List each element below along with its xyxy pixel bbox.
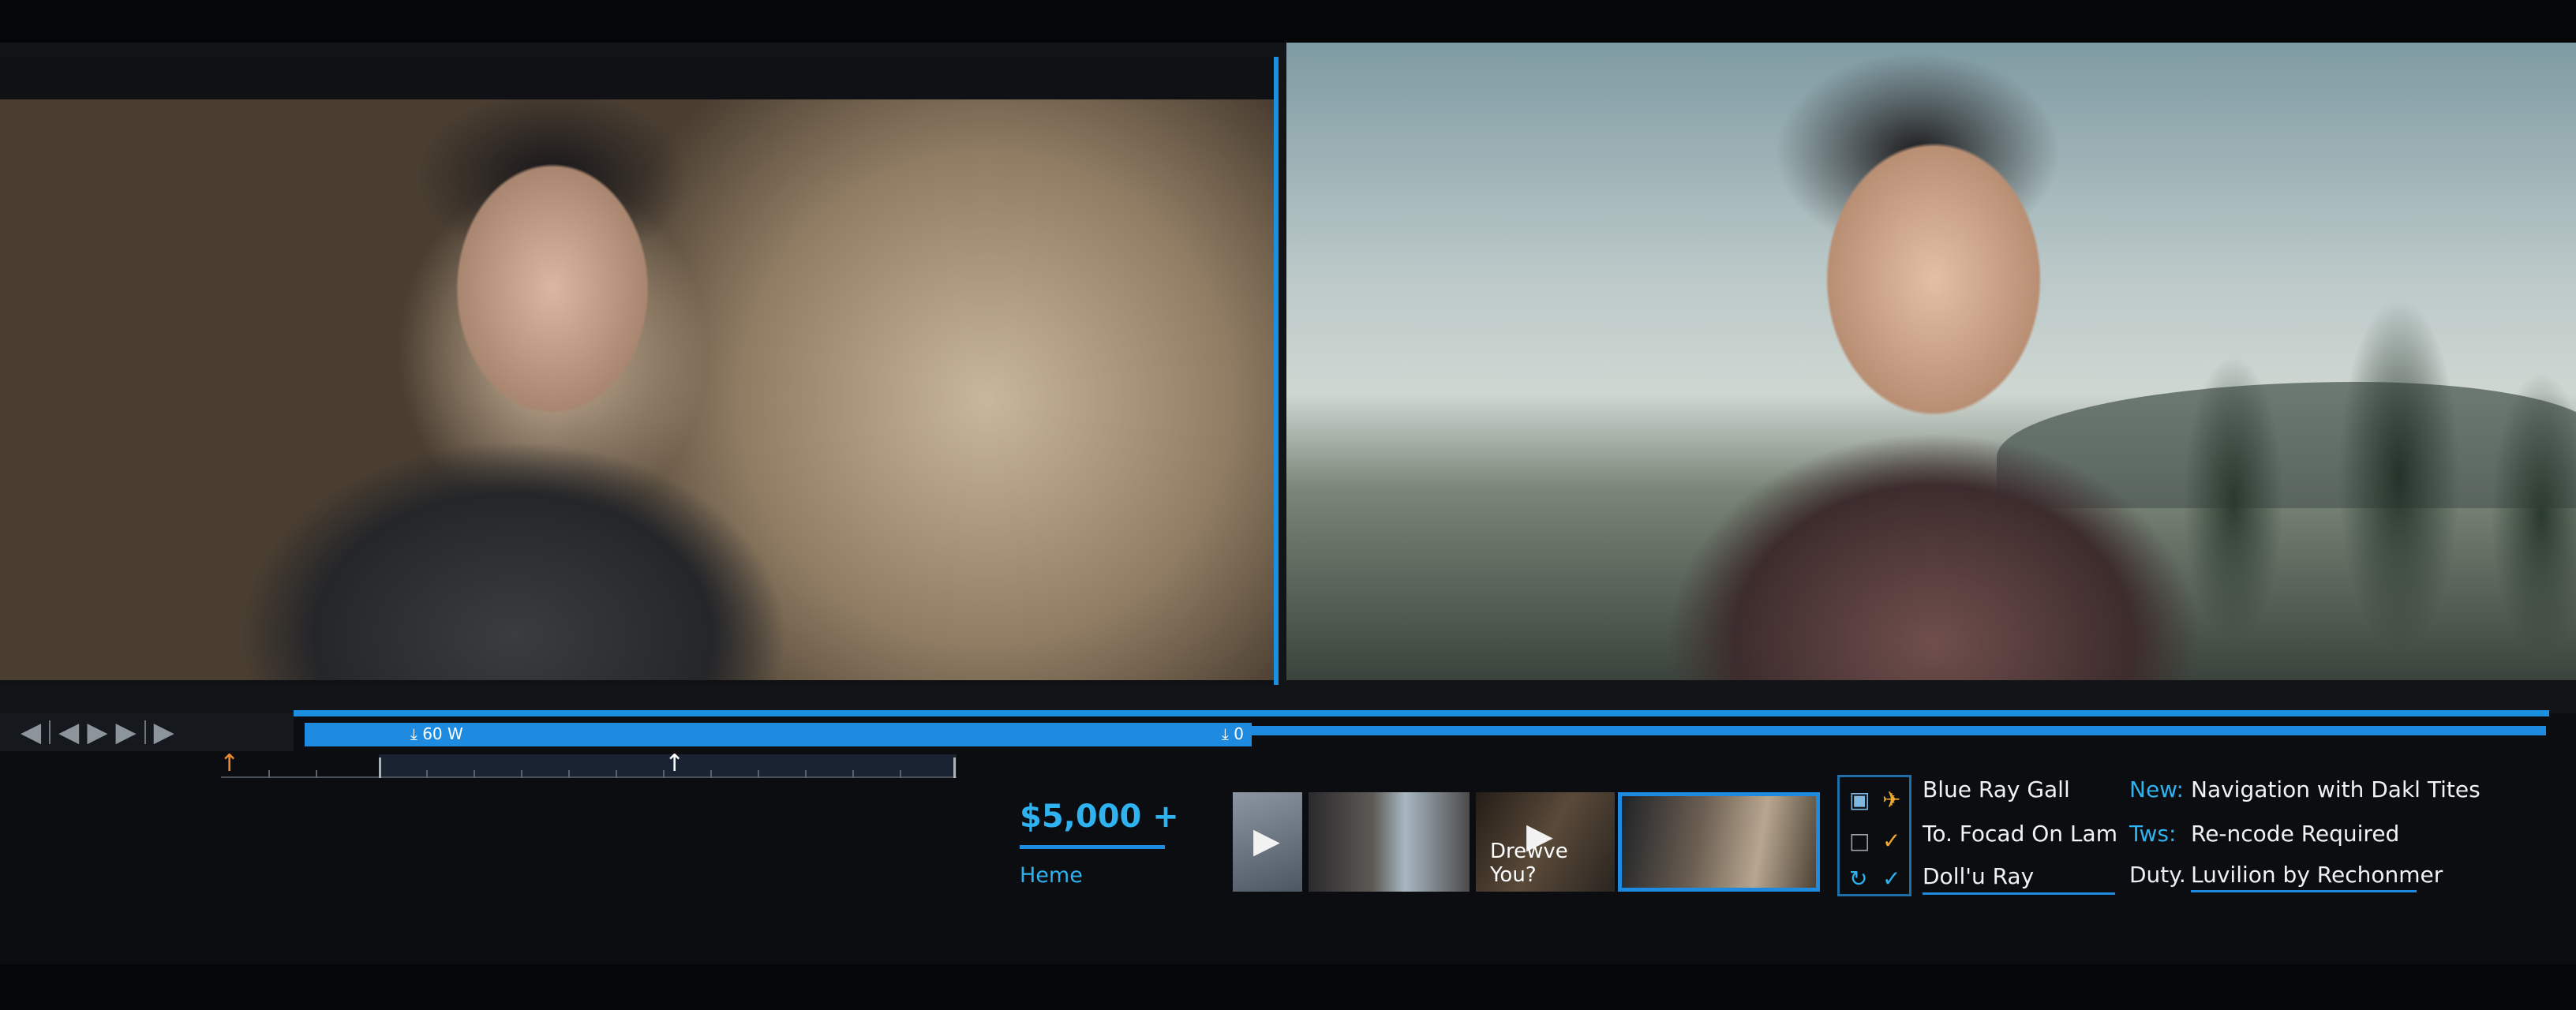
detail-key-new: New: bbox=[2129, 776, 2184, 802]
bottom-bar bbox=[0, 964, 2576, 1010]
skip-forward-button[interactable]: ▶ bbox=[154, 719, 174, 746]
clip-thumbnail[interactable]: ▶ Drewve You? bbox=[1476, 792, 1615, 892]
timeline-track-tail[interactable] bbox=[1252, 726, 2546, 735]
detail-underline bbox=[2191, 890, 2417, 892]
ruler-tick bbox=[426, 770, 428, 778]
step-forward-button[interactable]: ▶ bbox=[115, 719, 136, 746]
ruler-in-point[interactable] bbox=[379, 758, 381, 778]
track-end-label: ⤓ 0 bbox=[1222, 724, 1244, 743]
transport-divider bbox=[49, 720, 51, 744]
step-back-button[interactable]: ◀ bbox=[58, 719, 79, 746]
detail-key-tws: Tws: bbox=[2129, 821, 2177, 847]
home-link[interactable]: Heme bbox=[1020, 863, 1083, 888]
detail-value-new: Navigation with Dakl Tites bbox=[2191, 776, 2481, 802]
detail-key-duty: Duty. bbox=[2129, 862, 2186, 888]
plane-icon[interactable]: ✈ bbox=[1882, 787, 1900, 813]
ruler-baseline bbox=[221, 776, 957, 778]
source-viewer-active-border bbox=[1274, 57, 1279, 685]
ruler-tick bbox=[852, 770, 854, 778]
detail-value-duty[interactable]: Luvilion by Rechonmer bbox=[2191, 862, 2443, 888]
source-video-subject bbox=[142, 99, 789, 680]
action-icon-panel: ▣ ✈ □ ✓ ↻ ✓ bbox=[1837, 775, 1911, 896]
refresh-icon[interactable]: ↻ bbox=[1849, 866, 1867, 892]
ruler-tick bbox=[900, 770, 901, 778]
play-icon[interactable]: ▶ bbox=[1253, 821, 1280, 861]
source-video-frame[interactable] bbox=[0, 99, 1274, 680]
skip-back-button[interactable]: ◀ bbox=[21, 719, 41, 746]
ruler-tick bbox=[616, 770, 617, 778]
transport-divider bbox=[144, 720, 146, 744]
program-video-subject bbox=[1602, 43, 2218, 680]
ruler-tick bbox=[521, 770, 522, 778]
source-viewer[interactable] bbox=[0, 57, 1279, 685]
ruler-tick bbox=[474, 770, 475, 778]
play-button[interactable]: ▶ bbox=[87, 719, 107, 746]
transport-controls: ◀ ◀ ▶ ▶ ▶ bbox=[0, 713, 294, 751]
wrench-icon[interactable]: ✓ bbox=[1882, 828, 1900, 854]
program-viewer[interactable] bbox=[1286, 43, 2576, 680]
marker-arrow-icon[interactable]: ↑ bbox=[219, 750, 239, 777]
ruler-tick bbox=[758, 770, 759, 778]
ruler-tick bbox=[568, 770, 570, 778]
top-bar bbox=[0, 0, 2576, 43]
detail-value-tws: Re-ncode Required bbox=[2191, 821, 2400, 847]
clip-thumbnail-strip: ▶ ▶ Drewve You? bbox=[1233, 792, 1822, 895]
action-underline bbox=[1923, 892, 2115, 895]
clip-thumbnail[interactable]: ▶ bbox=[1233, 792, 1302, 892]
check-icon[interactable]: ✓ bbox=[1882, 866, 1900, 892]
action-label[interactable]: Doll'u Ray bbox=[1923, 863, 2034, 889]
ruler-tick bbox=[268, 770, 270, 778]
clip-thumbnail-selected[interactable] bbox=[1618, 792, 1820, 892]
ruler-out-point[interactable] bbox=[953, 758, 956, 778]
book-icon[interactable]: ▣ bbox=[1849, 787, 1870, 813]
action-label[interactable]: Blue Ray Gall bbox=[1923, 776, 2070, 802]
track-start-label: ⤓ 60 W bbox=[410, 724, 463, 743]
price-underline bbox=[1020, 845, 1165, 849]
ruler-tick bbox=[710, 770, 712, 778]
playhead-arrow-icon[interactable]: ↑ bbox=[665, 750, 684, 777]
action-label[interactable]: To. Focad On Lam bbox=[1923, 821, 2117, 847]
ruler-tick bbox=[316, 770, 317, 778]
thumbnail-caption: Drewve You? bbox=[1490, 840, 1568, 887]
price-value: $5,000 + bbox=[1020, 799, 1179, 835]
timeline-ruler[interactable] bbox=[221, 754, 957, 778]
timeline-top-track bbox=[294, 710, 2549, 716]
clipboard-icon[interactable]: □ bbox=[1849, 828, 1870, 854]
clip-thumbnail[interactable] bbox=[1309, 792, 1470, 892]
ruler-tick bbox=[805, 770, 807, 778]
